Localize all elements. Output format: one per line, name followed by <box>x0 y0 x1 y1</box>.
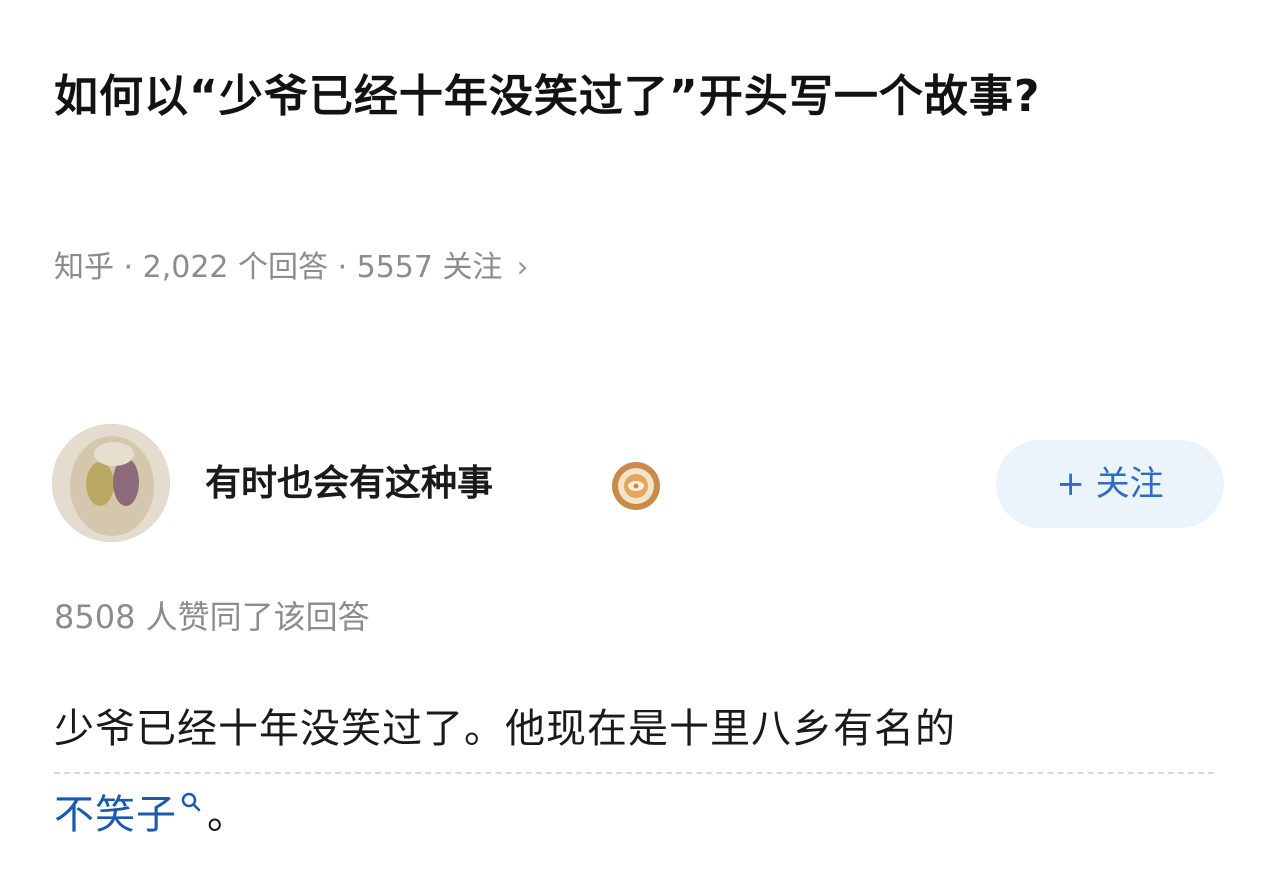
avatar-image <box>52 424 170 542</box>
answer-line-2: 不笑子。 <box>54 774 1214 856</box>
follow-button[interactable]: + 关注 <box>996 440 1224 528</box>
medal-badge-icon <box>612 462 660 510</box>
search-term-link[interactable]: 不笑子 <box>54 792 177 838</box>
search-icon[interactable] <box>179 790 203 814</box>
author-name[interactable]: 有时也会有这种事 <box>205 456 493 512</box>
answer-line-2-end: 。 <box>207 792 248 838</box>
question-title[interactable]: 如何以“少爷已经十年没笑过了”开头写一个故事? <box>54 52 1234 142</box>
answer-body: 少爷已经十年没笑过了。他现在是十里八乡有名的 不笑子。 <box>54 688 1214 856</box>
zhihu-answer-screen: 如何以“少爷已经十年没笑过了”开头写一个故事? 知乎 · 2,022 个回答 ·… <box>0 0 1280 880</box>
question-meta[interactable]: 知乎 · 2,022 个回答 · 5557 关注 › <box>54 243 529 293</box>
answer-line-1: 少爷已经十年没笑过了。他现在是十里八乡有名的 <box>54 688 1214 774</box>
author-avatar[interactable] <box>52 424 170 542</box>
upvote-count-text: 8508 人赞同了该回答 <box>54 598 370 636</box>
chevron-right-icon: › <box>516 250 529 285</box>
question-meta-text: 知乎 · 2,022 个回答 · 5557 关注 <box>54 250 503 285</box>
